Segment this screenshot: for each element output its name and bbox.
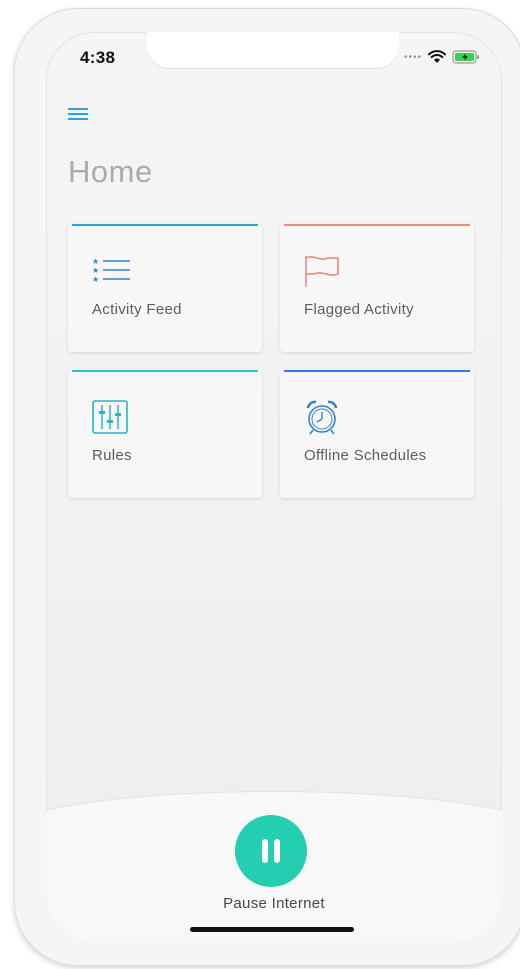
card-label: Flagged Activity bbox=[304, 301, 414, 318]
card-accent-line bbox=[72, 370, 258, 372]
sliders-icon bbox=[92, 400, 132, 436]
card-accent-line bbox=[284, 370, 470, 372]
card-label: Activity Feed bbox=[92, 301, 182, 318]
rules-card[interactable]: Rules bbox=[68, 370, 262, 498]
card-label: Rules bbox=[92, 447, 132, 464]
hamburger-menu-icon[interactable] bbox=[68, 106, 88, 122]
battery-charging-icon bbox=[452, 50, 480, 64]
app-canvas: 4:38 •••• Home ★ ★ ★ Activity Feed Flagg… bbox=[0, 0, 520, 969]
pause-internet-button[interactable] bbox=[235, 815, 307, 887]
flag-icon bbox=[304, 254, 344, 290]
flagged-activity-card[interactable]: Flagged Activity bbox=[280, 224, 474, 352]
card-accent-line bbox=[72, 224, 258, 226]
alarm-clock-icon bbox=[304, 400, 344, 436]
status-time: 4:38 bbox=[80, 48, 116, 67]
phone-screen: 4:38 •••• Home ★ ★ ★ Activity Feed Flagg… bbox=[46, 32, 502, 942]
svg-text:★: ★ bbox=[92, 266, 99, 275]
pause-icon bbox=[262, 839, 280, 863]
page-title: Home bbox=[68, 154, 153, 189]
signal-dots-icon: •••• bbox=[403, 51, 422, 63]
svg-text:★: ★ bbox=[92, 275, 99, 284]
wifi-icon bbox=[428, 50, 446, 64]
pause-internet-label: Pause Internet bbox=[223, 895, 325, 912]
star-list-icon: ★ ★ ★ bbox=[92, 254, 132, 290]
svg-text:★: ★ bbox=[92, 257, 99, 266]
card-accent-line bbox=[284, 224, 470, 226]
phone-notch bbox=[147, 32, 399, 68]
home-indicator[interactable] bbox=[190, 927, 354, 932]
card-label: Offline Schedules bbox=[304, 447, 427, 464]
offline-schedules-card[interactable]: Offline Schedules bbox=[280, 370, 474, 498]
status-icons: •••• bbox=[404, 50, 480, 64]
activity-feed-card[interactable]: ★ ★ ★ Activity Feed bbox=[68, 224, 262, 352]
